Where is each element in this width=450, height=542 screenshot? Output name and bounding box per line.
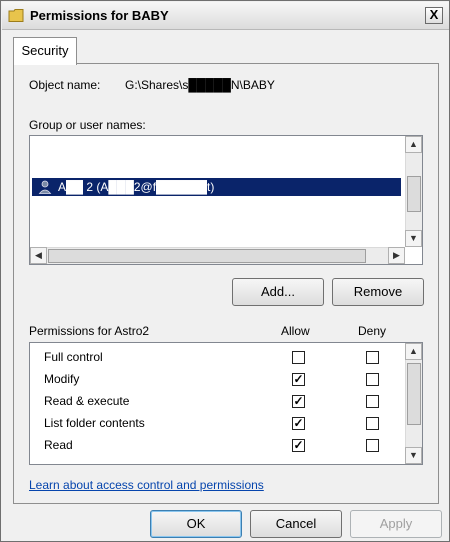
scroll-thumb[interactable] xyxy=(48,249,366,263)
deny-modify-checkbox[interactable] xyxy=(366,373,379,386)
user-name: A██ 2 (A███2@f██████t) xyxy=(58,180,215,194)
object-name-value: G:\Shares\s█████N\BABY xyxy=(125,78,275,92)
permission-name: Read & execute xyxy=(44,394,130,408)
permission-name: Full control xyxy=(44,350,103,364)
scroll-up-icon[interactable]: ▲ xyxy=(405,136,422,153)
deny-full-control-checkbox[interactable] xyxy=(366,351,379,364)
tab-security[interactable]: Security xyxy=(13,37,77,65)
cancel-button[interactable]: Cancel xyxy=(250,510,342,538)
permissions-list: Full control Modify ✓ Read & execute ✓ L… xyxy=(29,342,423,465)
permission-row-read-execute: Read & execute ✓ xyxy=(30,391,415,413)
deny-list-folder-contents-checkbox[interactable] xyxy=(366,417,379,430)
allow-read-execute-checkbox[interactable]: ✓ xyxy=(292,395,305,408)
permissions-vertical-scrollbar[interactable]: ▲ ▼ xyxy=(405,343,422,464)
allow-list-folder-contents-checkbox[interactable]: ✓ xyxy=(292,417,305,430)
folder-icon xyxy=(8,9,24,22)
allow-full-control-checkbox[interactable] xyxy=(292,351,305,364)
scroll-thumb[interactable] xyxy=(407,363,421,425)
window-title: Permissions for BABY xyxy=(30,8,169,23)
scroll-down-icon[interactable]: ▼ xyxy=(405,230,422,247)
permission-row-modify: Modify ✓ xyxy=(30,369,415,391)
scroll-up-icon[interactable]: ▲ xyxy=(405,343,422,360)
close-icon: X xyxy=(429,7,439,22)
permission-name: Modify xyxy=(44,372,80,386)
close-button[interactable]: X xyxy=(425,7,443,24)
permission-name: Read xyxy=(44,438,73,452)
list-item[interactable]: A██ 2 (A███2@f██████t) xyxy=(32,178,401,196)
apply-button[interactable]: Apply xyxy=(350,510,442,538)
allow-modify-checkbox[interactable]: ✓ xyxy=(292,373,305,386)
allow-header: Allow xyxy=(281,324,310,338)
allow-read-checkbox[interactable]: ✓ xyxy=(292,439,305,452)
group-names-label: Group or user names: xyxy=(29,118,146,132)
title-bar[interactable]: Permissions for BABY X xyxy=(2,2,449,30)
remove-button[interactable]: Remove xyxy=(332,278,424,306)
object-name-label: Object name: xyxy=(29,78,101,92)
ok-button[interactable]: OK xyxy=(150,510,242,538)
user-listbox[interactable]: A██ 2 (A███2@f██████t) ▲ ▼ ◀ ▶ xyxy=(29,135,423,265)
permission-row-read: Read ✓ xyxy=(30,435,415,457)
scroll-thumb[interactable] xyxy=(407,176,421,212)
permission-row-full-control: Full control xyxy=(30,347,415,369)
scroll-left-icon[interactable]: ◀ xyxy=(30,247,47,264)
security-panel: Object name: G:\Shares\s█████N\BABY Grou… xyxy=(13,63,439,504)
scroll-down-icon[interactable]: ▼ xyxy=(405,447,422,464)
permissions-label: Permissions for Astro2 xyxy=(29,324,150,338)
permission-row-list-folder-contents: List folder contents ✓ xyxy=(30,413,415,435)
user-list-vertical-scrollbar[interactable]: ▲ ▼ xyxy=(405,136,422,247)
deny-read-execute-checkbox[interactable] xyxy=(366,395,379,408)
deny-read-checkbox[interactable] xyxy=(366,439,379,452)
permission-name: List folder contents xyxy=(44,416,145,430)
user-icon xyxy=(38,180,52,194)
permissions-dialog: Permissions for BABY X Security Object n… xyxy=(0,0,450,542)
deny-header: Deny xyxy=(358,324,387,338)
access-control-help-link[interactable]: Learn about access control and permissio… xyxy=(29,478,264,492)
scroll-right-icon[interactable]: ▶ xyxy=(388,247,405,264)
user-list-horizontal-scrollbar[interactable]: ◀ ▶ xyxy=(30,247,405,264)
add-button[interactable]: Add... xyxy=(232,278,324,306)
